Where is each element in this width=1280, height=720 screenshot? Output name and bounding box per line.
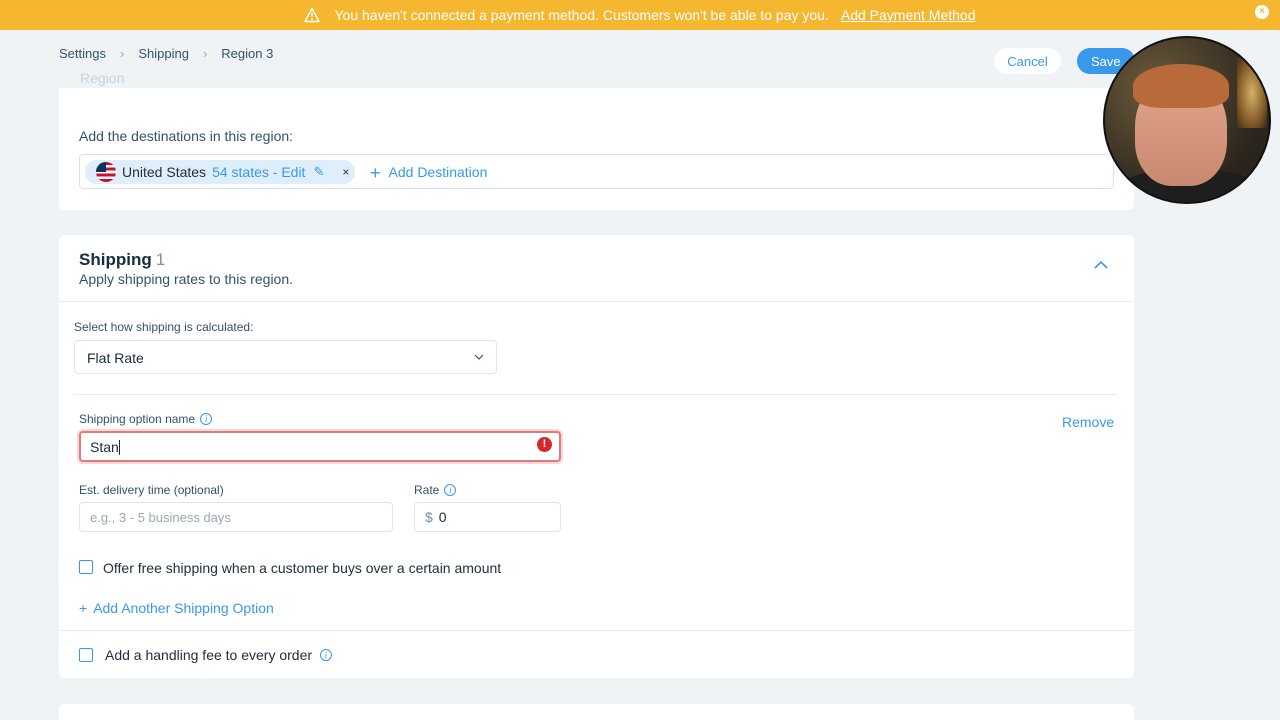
destinations-card: Add the destinations in this region: Uni…: [59, 88, 1134, 210]
rate-label: Rate i: [414, 483, 457, 497]
handling-fee-checkbox[interactable]: [79, 648, 93, 662]
option-name-value: Stan: [90, 439, 119, 455]
add-shipping-option-button[interactable]: + Add Another Shipping Option: [79, 600, 274, 616]
handling-fee-label-text: Add a handling fee to every order: [105, 647, 313, 663]
remove-option-link[interactable]: Remove: [1062, 414, 1114, 430]
rate-label-text: Rate: [414, 483, 440, 497]
handling-fee-label: Add a handling fee to every order i: [105, 647, 333, 663]
chevron-right-icon: ›: [119, 46, 125, 61]
chip-country: United States: [122, 164, 207, 180]
divider: [59, 630, 1134, 631]
add-option-label: Add Another Shipping Option: [93, 600, 274, 616]
shipping-card: Shipping 1 Apply shipping rates to this r…: [59, 235, 1134, 678]
payment-warning-banner: You haven't connected a payment method. …: [0, 0, 1280, 30]
add-payment-method-link[interactable]: Add Payment Method: [841, 7, 976, 23]
shipping-title: Shipping 1: [79, 250, 165, 270]
section-title-faded: Region: [80, 70, 125, 86]
calc-method-value: Flat Rate: [87, 350, 144, 366]
calc-method-label: Select how shipping is calculated:: [74, 320, 254, 334]
add-destination-label: Add Destination: [388, 164, 488, 180]
cancel-button[interactable]: Cancel: [994, 48, 1061, 74]
chevron-right-icon: ›: [202, 46, 208, 61]
destination-chip[interactable]: United States 54 states - Edit ✎ ×: [85, 160, 355, 184]
option-name-label-text: Shipping option name: [79, 412, 196, 426]
divider: [74, 394, 1117, 395]
info-icon[interactable]: i: [200, 413, 213, 425]
close-icon[interactable]: ×: [1255, 5, 1269, 19]
chip-states-edit-link[interactable]: 54 states - Edit: [212, 164, 305, 180]
remove-chip-icon[interactable]: ×: [342, 165, 349, 179]
rate-value: 0: [438, 509, 447, 525]
destinations-label: Add the destinations in this region:: [79, 128, 294, 144]
us-flag-icon: [96, 162, 116, 182]
text-cursor: [118, 440, 120, 455]
chevron-down-icon: [474, 354, 484, 360]
shipping-count: 1: [155, 250, 166, 269]
breadcrumb-shipping[interactable]: Shipping: [138, 46, 189, 61]
breadcrumb-region: Region 3: [221, 46, 274, 61]
free-shipping-label: Offer free shipping when a customer buys…: [103, 560, 502, 576]
est-delivery-label: Est. delivery time (optional): [79, 483, 224, 497]
divider: [59, 301, 1134, 302]
info-icon[interactable]: i: [320, 649, 333, 661]
next-card: [59, 704, 1134, 720]
info-icon[interactable]: i: [444, 484, 457, 496]
destinations-field[interactable]: United States 54 states - Edit ✎ × + Add …: [79, 154, 1114, 189]
chevron-up-icon[interactable]: [1093, 259, 1109, 271]
page-header: Settings › Shipping › Region 3 Region Ca…: [0, 30, 1280, 88]
breadcrumb: Settings › Shipping › Region 3: [59, 46, 273, 61]
warning-icon: [304, 7, 321, 23]
est-delivery-input[interactable]: e.g., 3 - 5 business days: [79, 502, 393, 532]
calc-method-select[interactable]: Flat Rate: [74, 340, 497, 374]
error-icon: !: [537, 437, 552, 452]
currency-symbol: $: [425, 509, 433, 525]
plus-icon: +: [79, 600, 88, 616]
breadcrumb-settings[interactable]: Settings: [59, 46, 106, 61]
option-name-input[interactable]: Stan: [79, 431, 561, 462]
rate-input[interactable]: $0: [414, 502, 561, 532]
option-name-label: Shipping option name i: [79, 412, 213, 426]
webcam-overlay: [1103, 36, 1271, 204]
plus-icon: +: [370, 163, 381, 183]
shipping-title-text: Shipping: [79, 250, 152, 269]
free-shipping-checkbox[interactable]: [79, 560, 93, 574]
shipping-subtitle: Apply shipping rates to this region.: [79, 271, 294, 287]
banner-message: You haven't connected a payment method. …: [334, 7, 829, 23]
add-destination-button[interactable]: + Add Destination: [370, 163, 487, 184]
pencil-icon[interactable]: ✎: [313, 164, 324, 180]
